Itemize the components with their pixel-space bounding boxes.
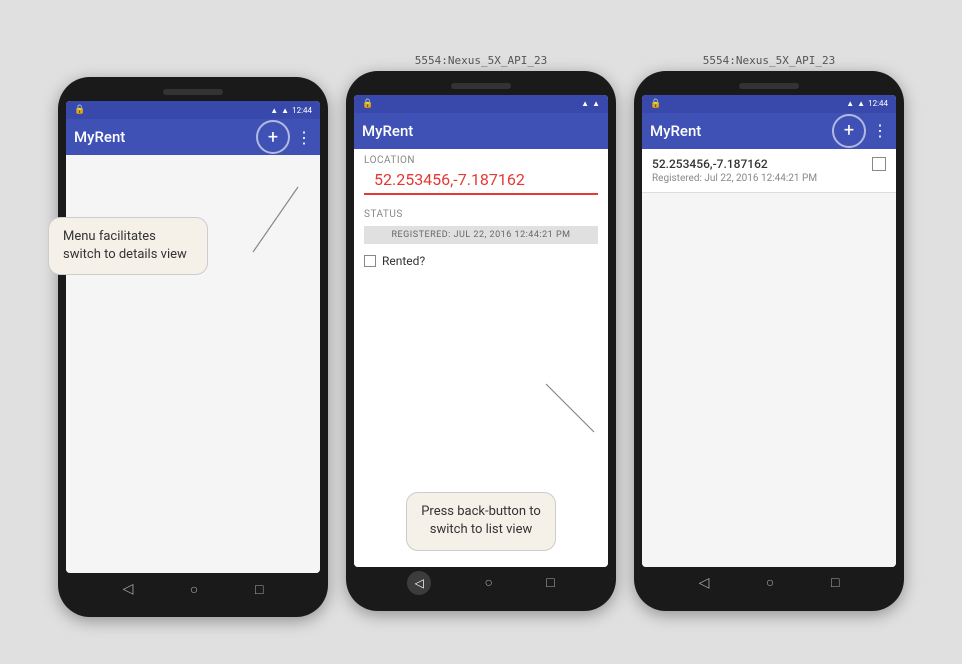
phone3-home-button[interactable]: ○ (766, 574, 774, 591)
phone1-app-title: MyRent (74, 128, 125, 146)
phone3-signal-icon: ▲ (846, 99, 854, 108)
phone3-lock-icon: 🔒 (650, 99, 661, 109)
phone1-app-actions: + ⋮ (256, 120, 312, 154)
phone3-time: 12:44 (868, 99, 888, 108)
phone3-list-item-checkbox[interactable] (872, 157, 886, 171)
phone3-app-bar: MyRent + ⋮ (642, 113, 896, 149)
phone3-list-item[interactable]: 52.253456,-7.187162 Registered: Jul 22, … (642, 149, 896, 193)
phone3-wifi-icon: ▲ (857, 99, 865, 108)
callout-1: Menu facilitates switch to details view (48, 217, 208, 275)
phone1-container: Menu facilitates switch to details view … (58, 77, 328, 617)
phone3-recents-button[interactable]: □ (831, 574, 839, 591)
phone1-home-button[interactable]: ○ (190, 581, 198, 598)
phone1-recents-button[interactable]: □ (255, 581, 263, 598)
phone2-rented-checkbox[interactable] (364, 255, 376, 267)
phone3-nav-bar: ◁ ○ □ (642, 567, 896, 599)
phone3-container: 5554:Nexus_5X_API_23 🔒 ▲ ▲ 12:44 MyRent … (634, 54, 904, 611)
phone2-lock-icon: 🔒 (362, 99, 373, 109)
callout-2: Press back-button to switch to list view (406, 492, 556, 550)
phone2-container: 5554:Nexus_5X_API_23 Press back-button t… (346, 54, 616, 611)
phone2-label: 5554:Nexus_5X_API_23 (346, 54, 616, 67)
phone3: 🔒 ▲ ▲ 12:44 MyRent + ⋮ (634, 71, 904, 611)
phone1-time: 12:44 (292, 106, 312, 115)
phone3-list-item-sub: Registered: Jul 22, 2016 12:44:21 PM (652, 173, 886, 184)
phone1-menu-button[interactable]: ⋮ (296, 128, 312, 147)
phone3-label: 5554:Nexus_5X_API_23 (634, 54, 904, 67)
phone2-status-label: STATUS (354, 203, 608, 222)
phone2-rented-row: Rented? (354, 248, 608, 274)
phone1-signal-icon: ▲ (270, 106, 278, 115)
phone3-status-icons: ▲ ▲ 12:44 (846, 99, 888, 108)
phone1-wifi-icon: ▲ (281, 106, 289, 115)
phone1-status-bar: 🔒 ▲ ▲ 12:44 (66, 101, 320, 119)
phone3-speaker (739, 83, 799, 89)
phone2-home-button[interactable]: ○ (485, 574, 493, 591)
phone1: 🔒 ▲ ▲ 12:44 MyRent + ⋮ (58, 77, 328, 617)
phone3-fab-button[interactable]: + (832, 114, 866, 148)
phone3-back-button[interactable]: ◁ (699, 575, 710, 591)
phone1-back-button[interactable]: ◁ (123, 581, 134, 597)
phone3-content: 52.253456,-7.187162 Registered: Jul 22, … (642, 149, 896, 567)
phone2-wifi-icon: ▲ (592, 99, 600, 108)
phone2-status-chip: REGISTERED: JUL 22, 2016 12:44:21 PM (364, 226, 598, 244)
phone2-back-button-highlight: ◁ (407, 571, 431, 595)
phone3-screen: 🔒 ▲ ▲ 12:44 MyRent + ⋮ (642, 95, 896, 567)
phone1-app-bar: MyRent + ⋮ (66, 119, 320, 155)
phone2-location-label: LOCATION (354, 149, 608, 168)
phone3-app-actions: + ⋮ (832, 114, 888, 148)
phone2-app-bar: MyRent (354, 113, 608, 149)
phone2-status-bar: 🔒 ▲ ▲ (354, 95, 608, 113)
callout-2-text: Press back-button to switch to list view (421, 504, 541, 537)
phone3-status-bar: 🔒 ▲ ▲ 12:44 (642, 95, 896, 113)
phone1-lock-icon: 🔒 (74, 105, 85, 115)
callout-1-text: Menu facilitates switch to details view (63, 229, 187, 262)
phone2-speaker (451, 83, 511, 89)
phone1-speaker (163, 89, 223, 95)
phone2-app-title: MyRent (362, 122, 413, 140)
phone3-app-title: MyRent (650, 122, 701, 140)
phone2-back-button[interactable]: ◁ (415, 576, 424, 590)
phone2-rented-label: Rented? (382, 254, 425, 268)
phone1-fab-button[interactable]: + (256, 120, 290, 154)
phone2-recents-button[interactable]: □ (546, 574, 554, 591)
phone2-status-icons: ▲ ▲ (581, 99, 600, 108)
phone2-location-value: 52.253456,-7.187162 (364, 168, 598, 195)
phone1-screen: 🔒 ▲ ▲ 12:44 MyRent + ⋮ (66, 101, 320, 573)
phone1-nav-bar: ◁ ○ □ (66, 573, 320, 605)
phone1-status-icons: ▲ ▲ 12:44 (270, 106, 312, 115)
phone1-plus-icon: + (268, 127, 278, 148)
phone3-list-item-title: 52.253456,-7.187162 (652, 157, 886, 171)
phone3-plus-icon: + (844, 120, 854, 141)
phone3-menu-button[interactable]: ⋮ (872, 121, 888, 140)
phone2-nav-bar: ◁ ○ □ (354, 567, 608, 599)
phone2-signal-icon: ▲ (581, 99, 589, 108)
